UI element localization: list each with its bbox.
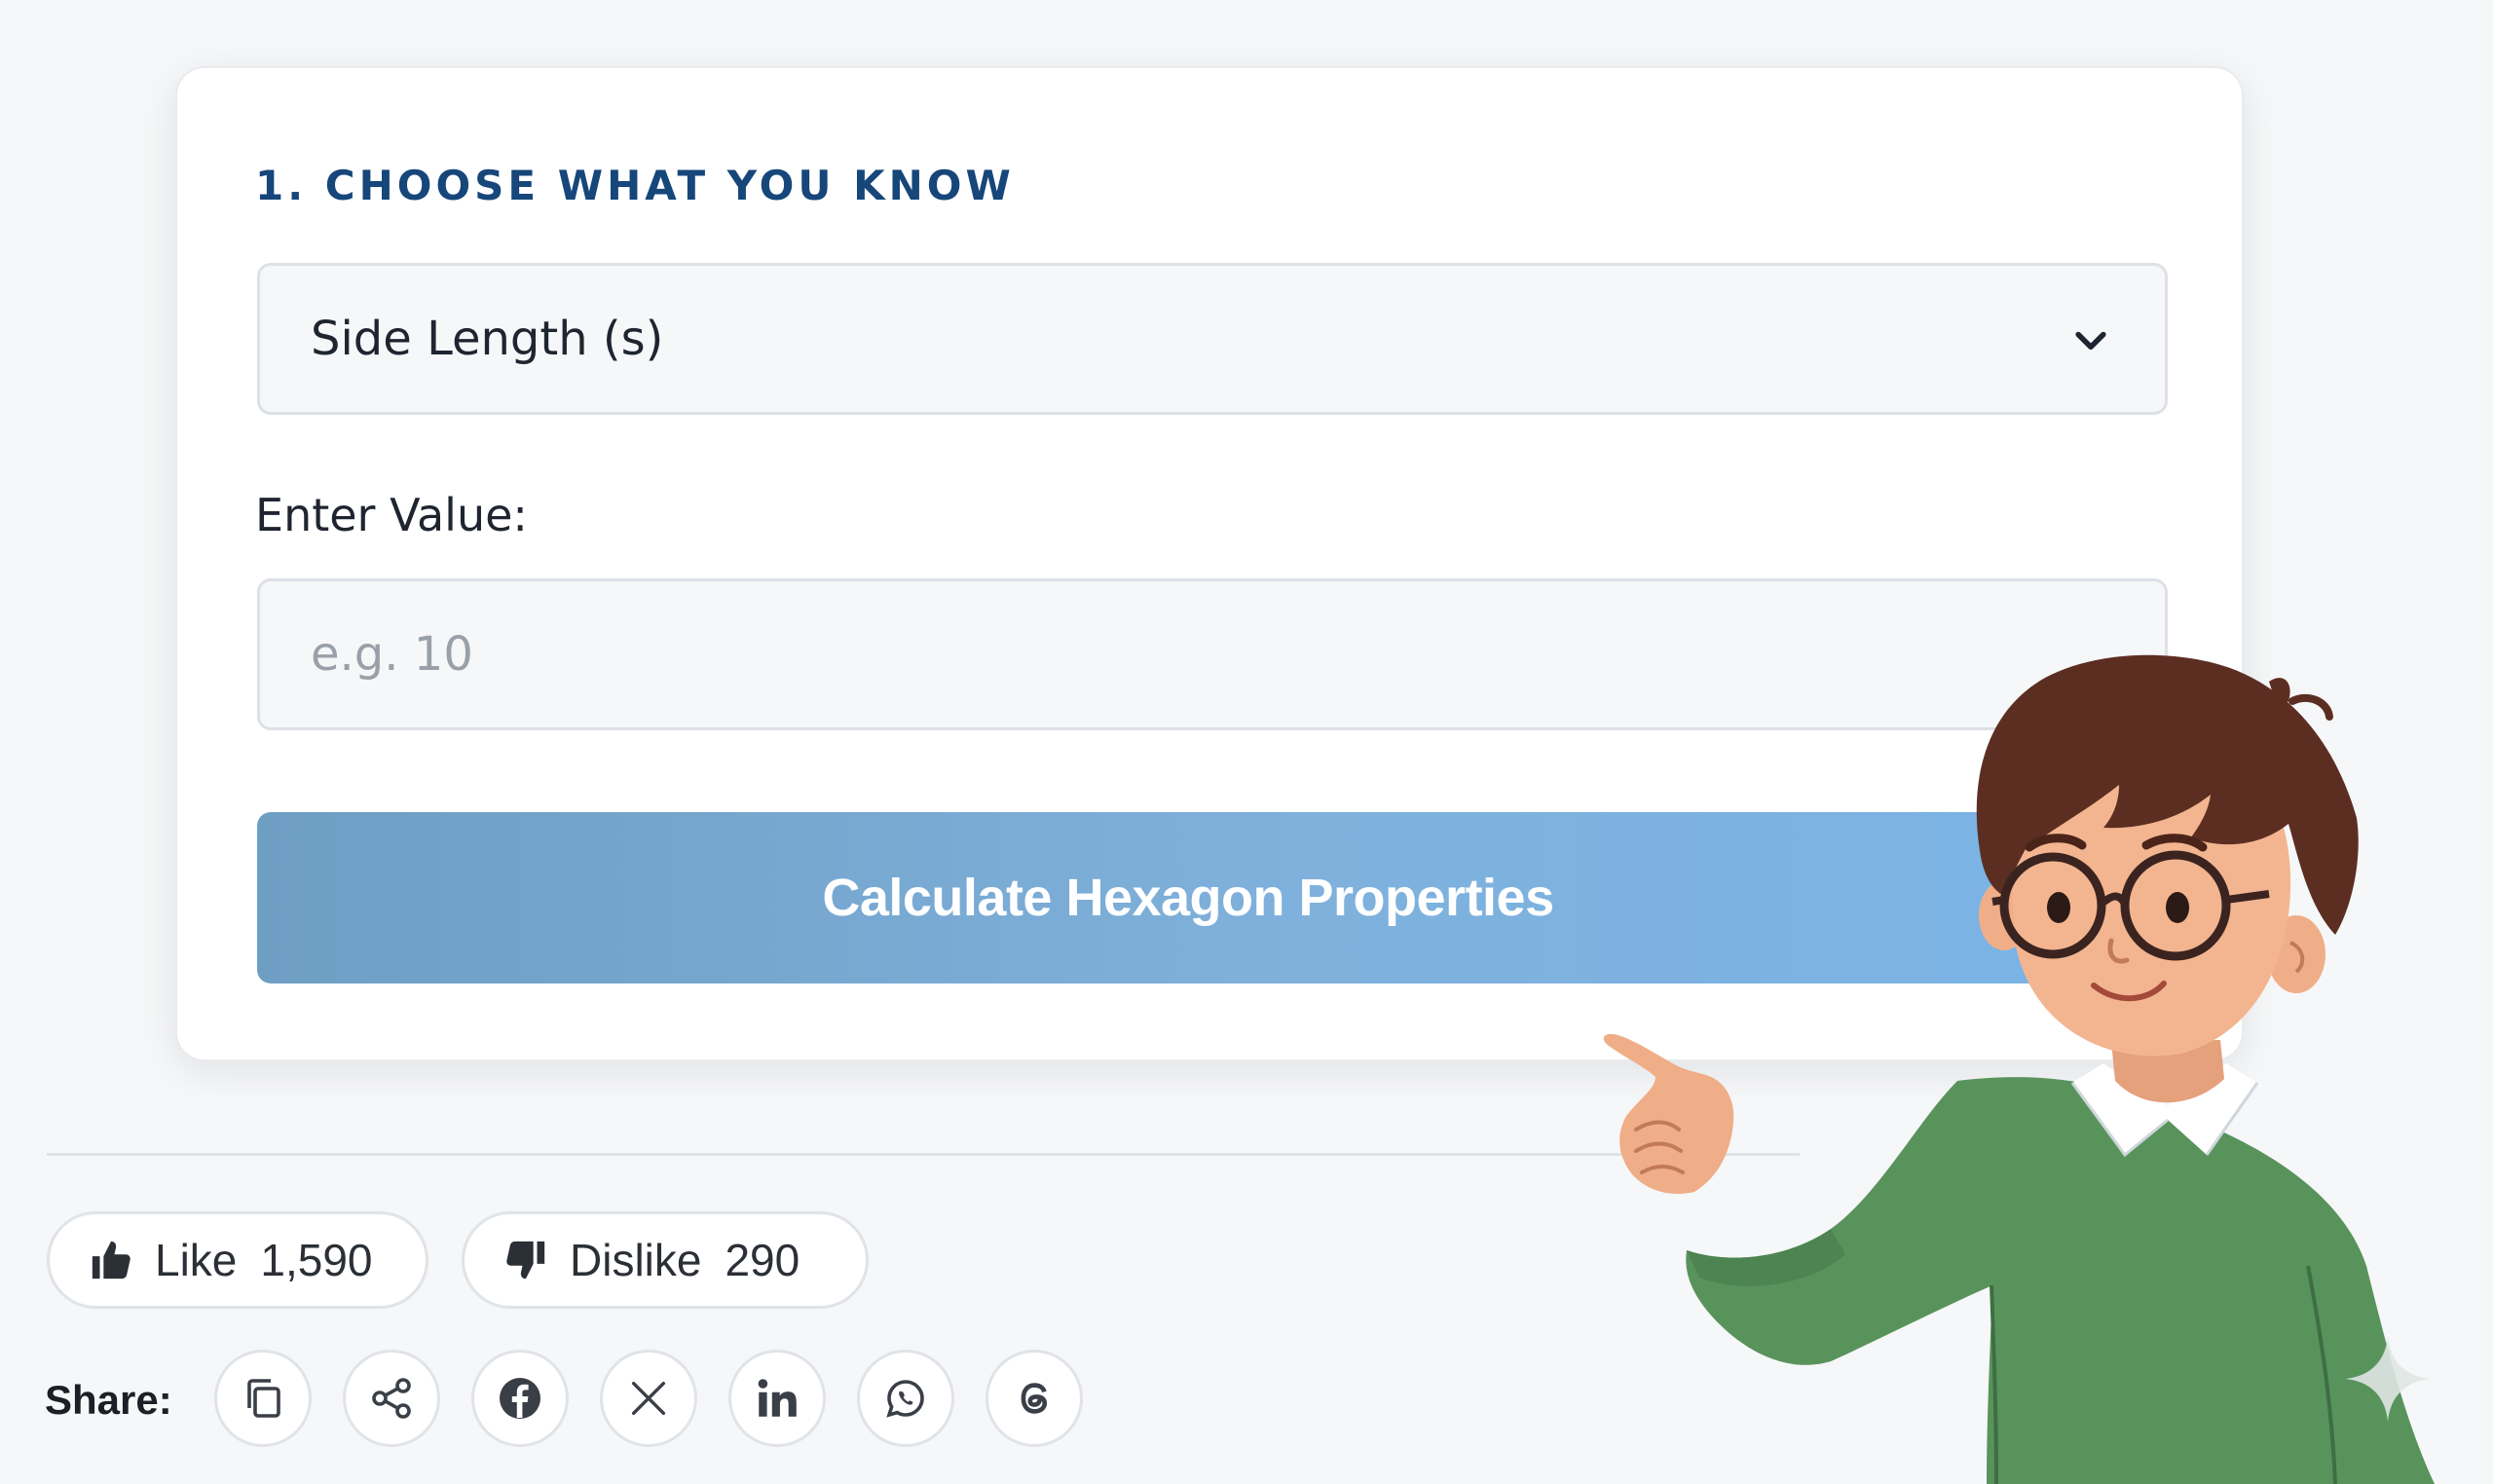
known-value-select[interactable]: Side Length (s) — [257, 263, 2168, 415]
dislike-count: 290 — [725, 1235, 800, 1285]
threads-share-button[interactable] — [986, 1350, 1083, 1447]
facebook-icon — [500, 1378, 540, 1419]
linkedin-icon — [758, 1379, 797, 1417]
share-icon — [372, 1378, 411, 1419]
x-share-button[interactable] — [600, 1350, 697, 1447]
share-label: Share: — [45, 1377, 172, 1423]
section-title: 1. CHOOSE WHAT YOU KNOW — [255, 162, 1015, 209]
linkedin-share-button[interactable] — [728, 1350, 826, 1447]
dislike-label: Dislike — [570, 1235, 702, 1285]
like-label: Like — [155, 1235, 238, 1285]
chevron-down-icon — [2075, 331, 2106, 351]
share-button[interactable] — [343, 1350, 440, 1447]
whatsapp-share-button[interactable] — [857, 1350, 954, 1447]
like-button[interactable]: Like 1,590 — [47, 1211, 428, 1309]
whatsapp-icon — [886, 1380, 924, 1418]
select-selected-value: Side Length (s) — [311, 312, 664, 366]
value-field-label: Enter Value: — [255, 489, 528, 541]
sparkle-icon — [2345, 1336, 2431, 1422]
copy-button[interactable] — [214, 1350, 312, 1447]
x-icon — [631, 1381, 666, 1416]
like-count: 1,590 — [260, 1235, 373, 1285]
copy-icon — [247, 1379, 280, 1418]
dislike-button[interactable]: Dislike 290 — [462, 1211, 869, 1309]
divider — [47, 1153, 1800, 1156]
thumbs-down-icon — [506, 1241, 545, 1280]
thumbs-up-icon — [92, 1241, 130, 1280]
pointing-boy-illustration — [1603, 654, 2435, 1484]
facebook-share-button[interactable] — [471, 1350, 569, 1447]
threads-icon — [1021, 1383, 1048, 1414]
